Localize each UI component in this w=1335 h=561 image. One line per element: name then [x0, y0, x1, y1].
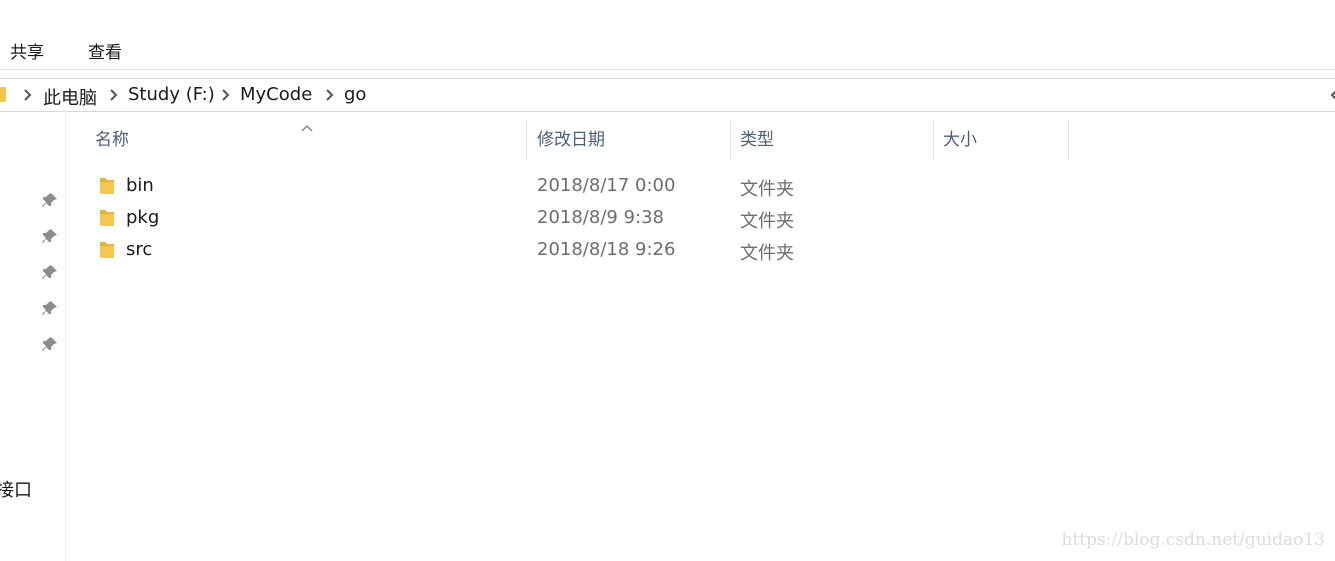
pin-icon[interactable] — [42, 264, 58, 280]
nav-item-label[interactable]: 接口 — [0, 476, 32, 502]
chevron-right-icon[interactable] — [20, 87, 34, 103]
breadcrumb-go[interactable]: go — [344, 84, 366, 105]
address-bar[interactable]: 此电脑 Study (F:) MyCode go — [0, 78, 1335, 112]
column-header-date-modified[interactable]: 修改日期 — [529, 120, 731, 160]
chevron-right-icon[interactable] — [218, 87, 232, 103]
pin-icon[interactable] — [42, 300, 58, 316]
folder-icon — [99, 176, 115, 196]
chevron-right-icon[interactable] — [322, 87, 336, 103]
file-type: 文件夹 — [740, 243, 794, 264]
file-type: 文件夹 — [740, 211, 794, 232]
column-header-size[interactable]: 大小 — [935, 120, 1069, 160]
breadcrumb-mycode[interactable]: MyCode — [240, 84, 312, 105]
file-row-pkg[interactable]: pkg 2018/8/9 9:38 文件夹 — [87, 202, 1087, 234]
file-date-modified: 2018/8/9 9:38 — [537, 207, 664, 228]
pin-icon[interactable] — [42, 336, 58, 352]
file-name: src — [126, 239, 153, 260]
folder-icon — [99, 208, 115, 228]
pin-icon[interactable] — [42, 228, 58, 244]
pin-icon[interactable] — [42, 192, 58, 208]
ribbon-tab-share[interactable]: 共享 — [10, 38, 44, 63]
file-row-src[interactable]: src 2018/8/18 9:26 文件夹 — [87, 234, 1087, 266]
ribbon-tab-view[interactable]: 查看 — [88, 38, 122, 63]
navigation-pane: 接口 — [0, 112, 66, 561]
file-row-bin[interactable]: bin 2018/8/17 0:00 文件夹 — [87, 170, 1087, 202]
file-type: 文件夹 — [740, 179, 794, 200]
folder-icon — [99, 240, 115, 260]
column-header-type[interactable]: 类型 — [732, 120, 934, 160]
folder-icon — [0, 87, 6, 102]
chevron-right-icon[interactable] — [106, 87, 120, 103]
breadcrumb-study-drive[interactable]: Study (F:) — [128, 84, 215, 105]
ribbon: 共享 查看 — [0, 0, 1335, 70]
file-date-modified: 2018/8/17 0:00 — [537, 175, 676, 196]
breadcrumb-this-pc[interactable]: 此电脑 — [43, 84, 97, 110]
file-date-modified: 2018/8/18 9:26 — [537, 239, 676, 260]
file-name: pkg — [126, 207, 160, 228]
file-name: bin — [126, 175, 154, 196]
chevron-left-icon[interactable] — [1329, 87, 1335, 103]
watermark: https://blog.csdn.net/guidao13 — [1061, 530, 1325, 550]
column-header-name[interactable]: 名称 — [87, 120, 527, 160]
